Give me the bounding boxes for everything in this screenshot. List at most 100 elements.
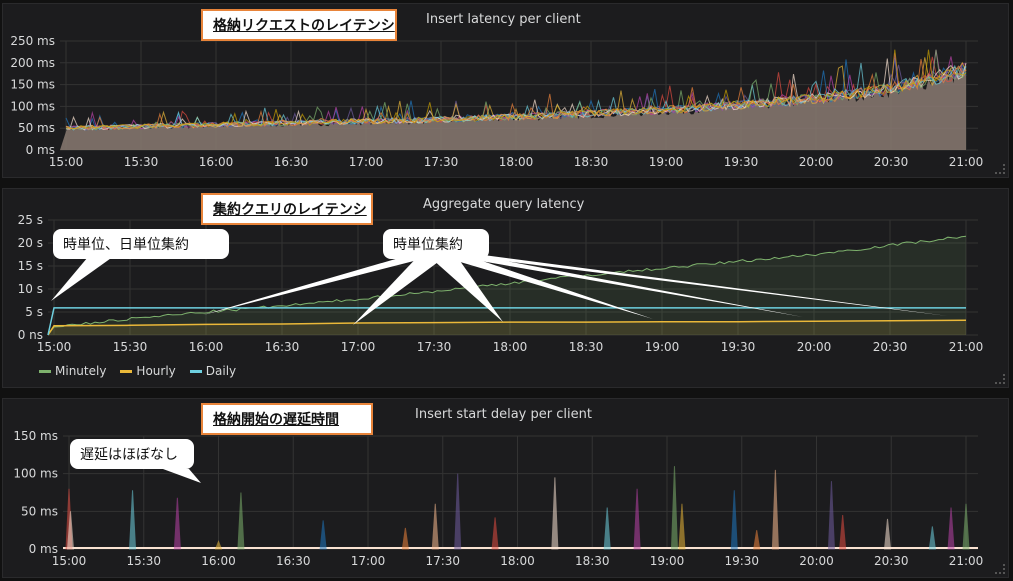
x-tick-label: 20:00 <box>797 340 832 354</box>
y-tick-label: 10 s <box>18 282 43 296</box>
y-tick-label: 50 ms <box>18 121 55 135</box>
delay-spike <box>633 488 641 550</box>
delay-spike <box>603 507 611 550</box>
x-tick-label: 18:30 <box>574 155 609 169</box>
x-tick-label: 21:00 <box>949 554 984 568</box>
delay-spike <box>173 497 181 550</box>
x-tick-label: 17:00 <box>351 554 386 568</box>
x-tick-label: 15:00 <box>52 554 87 568</box>
y-tick-label: 5 s <box>25 305 43 319</box>
legend-daily-label: Daily <box>205 364 237 378</box>
x-tick-label: 15:30 <box>126 554 161 568</box>
x-tick-label: 16:30 <box>265 340 300 354</box>
x-tick-label: 21:00 <box>949 155 984 169</box>
delay-spike <box>431 503 439 550</box>
insert-delay-chart: 0 ms50 ms100 ms150 ms15:00 15:30 16:00 16:3… <box>13 429 984 568</box>
x-tick-label: 19:30 <box>721 340 756 354</box>
delay-spike <box>670 466 678 550</box>
y-tick-label: 200 ms <box>10 56 55 70</box>
x-tick-label: 20:30 <box>874 554 909 568</box>
y-tick-label: 20 s <box>18 236 43 250</box>
legend-minutely-swatch <box>39 369 51 373</box>
x-tick-label: 18:00 <box>500 554 535 568</box>
callout-insert-delay: 格納開始の遅延時間 <box>201 403 373 435</box>
legend: Minutely Hourly Daily <box>39 364 236 378</box>
y-tick-label: 50 ms <box>21 504 58 518</box>
delay-spike <box>730 490 738 550</box>
delay-spike <box>551 477 559 550</box>
delay-spike <box>962 503 970 550</box>
legend-minutely[interactable]: Minutely <box>39 364 106 378</box>
legend-hourly-swatch <box>120 369 133 373</box>
delay-spike <box>129 490 137 550</box>
delay-spike <box>237 492 245 550</box>
x-tick-label: 17:30 <box>417 340 452 354</box>
delay-spike <box>401 527 409 550</box>
x-tick-label: 16:30 <box>276 554 311 568</box>
x-tick-label: 20:30 <box>873 340 908 354</box>
resize-handle[interactable] <box>995 164 1005 174</box>
x-tick-label: 18:00 <box>499 155 534 169</box>
x-tick-label: 16:30 <box>274 155 309 169</box>
aggregate-latency-chart: 0 ns5 s10 s15 s20 s25 s15:00 15:30 16:00 16… <box>18 213 984 354</box>
legend-hourly-label: Hourly <box>136 364 176 378</box>
delay-spike <box>491 517 499 550</box>
delay-spike <box>214 540 223 550</box>
callout-aggregate-latency: 集約クエリのレイテンシ <box>201 193 373 225</box>
pointer-no-delay <box>163 469 201 483</box>
x-tick-label: 15:30 <box>124 155 159 169</box>
x-tick-label: 15:00 <box>37 340 72 354</box>
x-tick-label: 19:00 <box>645 340 680 354</box>
panel-insert-delay: 0 ms 50 ms 100 ms 150 ms 15:00 15:30 16:00 16:3… <box>2 398 1009 578</box>
x-tick-label: 16:00 <box>201 554 236 568</box>
x-tick-label: 18:30 <box>569 340 604 354</box>
delay-spike <box>947 507 955 550</box>
delay-spike <box>771 469 779 550</box>
x-tick-label: 15:30 <box>113 340 148 354</box>
x-tick-label: 20:30 <box>874 155 909 169</box>
legend-daily[interactable]: Daily <box>189 364 237 378</box>
x-tick-label: 17:00 <box>349 155 384 169</box>
x-tick-label: 17:30 <box>425 554 460 568</box>
legend-hourly[interactable]: Hourly <box>120 364 176 378</box>
y-tick-label: 25 s <box>18 213 43 227</box>
y-tick-label: 100 ms <box>13 467 58 481</box>
delay-spike <box>319 520 327 550</box>
y-tick-label: 250 ms <box>10 34 55 48</box>
delay-spike <box>883 518 892 550</box>
resize-handle[interactable] <box>995 564 1005 574</box>
x-tick-label: 20:00 <box>799 155 834 169</box>
delay-spike <box>928 526 936 550</box>
panel-title-insert-latency: Insert latency per client <box>426 12 581 27</box>
x-tick-label: 19:30 <box>724 155 759 169</box>
y-tick-label: 100 ms <box>10 99 55 113</box>
delay-spike <box>753 530 761 550</box>
insert-latency-area <box>60 65 966 150</box>
x-tick-label: 19:30 <box>724 554 759 568</box>
x-tick-label: 15:00 <box>49 155 84 169</box>
callout-insert-latency: 格納リクエストのレイテンシ <box>201 9 397 41</box>
panel-title-insert-delay: Insert start delay per client <box>415 407 592 422</box>
y-tick-label: 150 ms <box>10 78 55 92</box>
x-tick-label: 17:30 <box>424 155 459 169</box>
x-tick-label: 16:00 <box>199 155 234 169</box>
delay-spike <box>839 515 847 550</box>
delay-spike <box>827 481 835 550</box>
x-tick-label: 16:00 <box>189 340 224 354</box>
note-hourly: 時単位集約 <box>383 229 489 259</box>
x-tick-label: 19:00 <box>649 155 684 169</box>
panel-aggregate-latency: 0 ns 5 s 10 s 15 s 20 s 25 s 15:00 15:30 16:00 16… <box>2 188 1009 388</box>
x-tick-label: 21:00 <box>949 340 984 354</box>
x-tick-label: 17:00 <box>341 340 376 354</box>
x-tick-label: 18:30 <box>575 554 610 568</box>
resize-handle[interactable] <box>995 374 1005 384</box>
note-no-delay: 遅延はほぼなし <box>70 439 194 469</box>
y-tick-label: 15 s <box>18 259 43 273</box>
x-tick-label: 20:00 <box>799 554 834 568</box>
delay-spike <box>678 503 686 550</box>
y-tick-label: 150 ms <box>13 429 58 443</box>
panel-insert-latency: 0 ms 50 ms 100 ms 150 ms 200 ms 250 ms 15:00 15… <box>2 3 1009 178</box>
legend-minutely-label: Minutely <box>55 364 107 378</box>
x-tick-label: 19:00 <box>650 554 685 568</box>
note-hourly-daily: 時単位、日単位集約 <box>53 229 229 259</box>
